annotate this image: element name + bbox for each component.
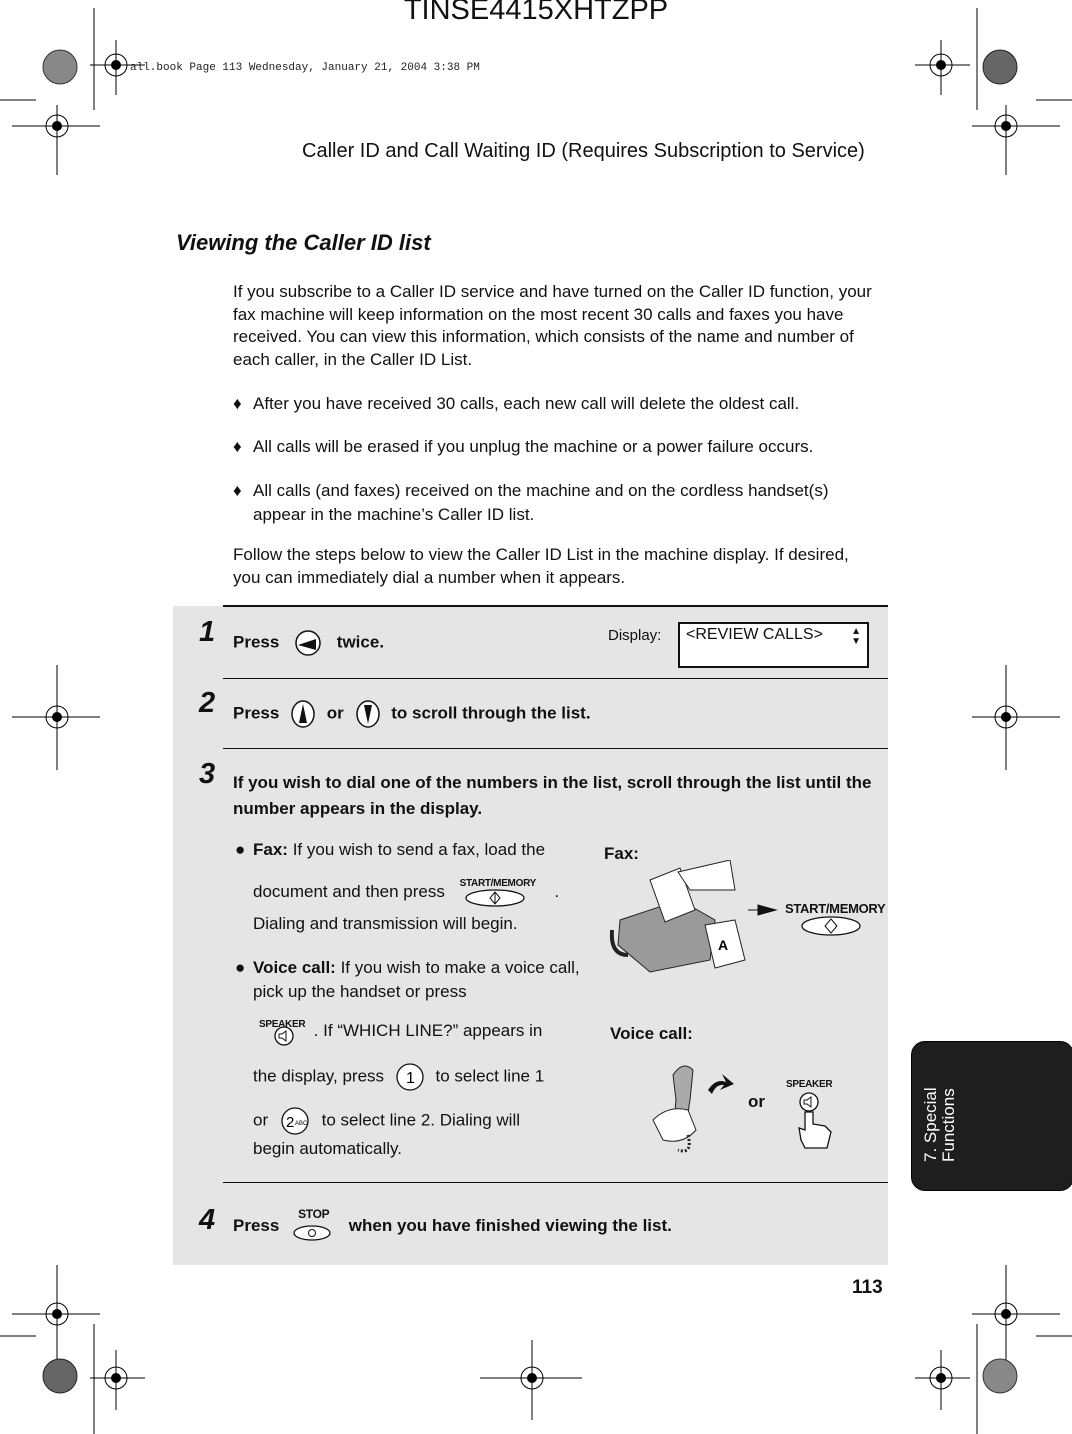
arrow-right-icon: [748, 904, 778, 916]
voice-instructions-line: begin automatically.: [253, 1139, 402, 1158]
bullet-item: ♦ After you have received 30 calls, each…: [233, 392, 883, 416]
diamond-icon: ♦: [233, 394, 242, 413]
svg-text:A: A: [718, 937, 728, 953]
follow-paragraph: Follow the steps below to view the Calle…: [233, 545, 849, 587]
stop-key-icon: STOP: [284, 1207, 344, 1241]
step-number: 3: [199, 758, 216, 790]
speaker-button-press-icon: [798, 1092, 832, 1149]
divider: [223, 678, 888, 679]
svg-text:ABC: ABC: [295, 1121, 308, 1127]
start-memory-label: START/MEMORY: [785, 901, 886, 916]
chapter-tab-label: 7. Special Functions: [921, 1087, 958, 1162]
step-2-text: Press or to scroll through the list.: [233, 699, 591, 729]
bullet-item: ♦ All calls will be erased if you unplug…: [233, 435, 883, 459]
voice-instructions: ● Voice call: If you wish to make a voic…: [235, 958, 580, 1001]
voice-instructions-line: or 2 ABC to select line 2. Dialing will: [253, 1106, 583, 1136]
fax-instructions: ● Fax: If you wish to send a fax, load t…: [235, 838, 583, 862]
or-label: or: [748, 1092, 765, 1111]
diamond-icon: ♦: [233, 481, 242, 500]
bullet-dot-icon: ●: [235, 958, 246, 977]
key-1-icon: 1: [396, 1063, 424, 1091]
fax-instructions-line: document and then press START/MEMORY .: [253, 878, 583, 907]
voice-illustration-label: Voice call:: [610, 1024, 693, 1043]
speaker-label: SPEAKER: [786, 1079, 833, 1090]
step-4-text: Press STOP when you have finished viewin…: [233, 1207, 672, 1241]
voice-instructions-line: SPEAKER . If “WHICH LINE?” appears in: [253, 1019, 583, 1046]
step-1-text: Press twice.: [233, 628, 384, 658]
start-memory-key-icon: START/MEMORY: [450, 878, 550, 907]
step-number: 2: [199, 687, 216, 719]
start-memory-button-icon: [801, 916, 861, 936]
voice-instructions-line: the display, press 1 to select line 1: [253, 1062, 583, 1092]
step-number: 4: [199, 1204, 216, 1236]
fax-instructions-line: Dialing and transmission will begin.: [253, 914, 518, 933]
display-label: Display:: [608, 627, 662, 644]
chapter-tab[interactable]: 7. Special Functions: [911, 1041, 1072, 1191]
fax-machine-illustration: A: [610, 860, 746, 973]
svg-text:2: 2: [286, 1114, 294, 1131]
section-title: Viewing the Caller ID list: [176, 230, 431, 255]
bullet-item: ♦ All calls (and faxes) received on the …: [233, 481, 829, 524]
bullet-dot-icon: ●: [235, 840, 246, 859]
divider: [223, 1182, 888, 1183]
down-arrow-button-icon: [355, 700, 380, 728]
step-3-text: If you wish to dial one of the numbers i…: [233, 773, 872, 818]
key-2-icon: 2 ABC: [281, 1107, 309, 1135]
display-value: <REVIEW CALLS>: [686, 626, 823, 643]
step-number: 1: [199, 616, 216, 648]
up-arrow-button-icon: [291, 700, 315, 728]
svg-text:1: 1: [406, 1070, 415, 1087]
intro-paragraph: If you subscribe to a Caller ID service …: [233, 282, 872, 369]
page-number: 113: [852, 1277, 883, 1298]
speaker-key-icon: SPEAKER: [253, 1019, 309, 1046]
diamond-icon: ♦: [233, 437, 242, 456]
lcd-display: <REVIEW CALLS> ▲ ▼: [678, 622, 869, 668]
divider: [223, 748, 888, 749]
handset-in-hand-illustration: [652, 1065, 734, 1153]
left-arrow-button-icon: [295, 630, 321, 656]
divider: [223, 605, 888, 607]
up-down-arrows-icon: ▲ ▼: [851, 626, 861, 647]
